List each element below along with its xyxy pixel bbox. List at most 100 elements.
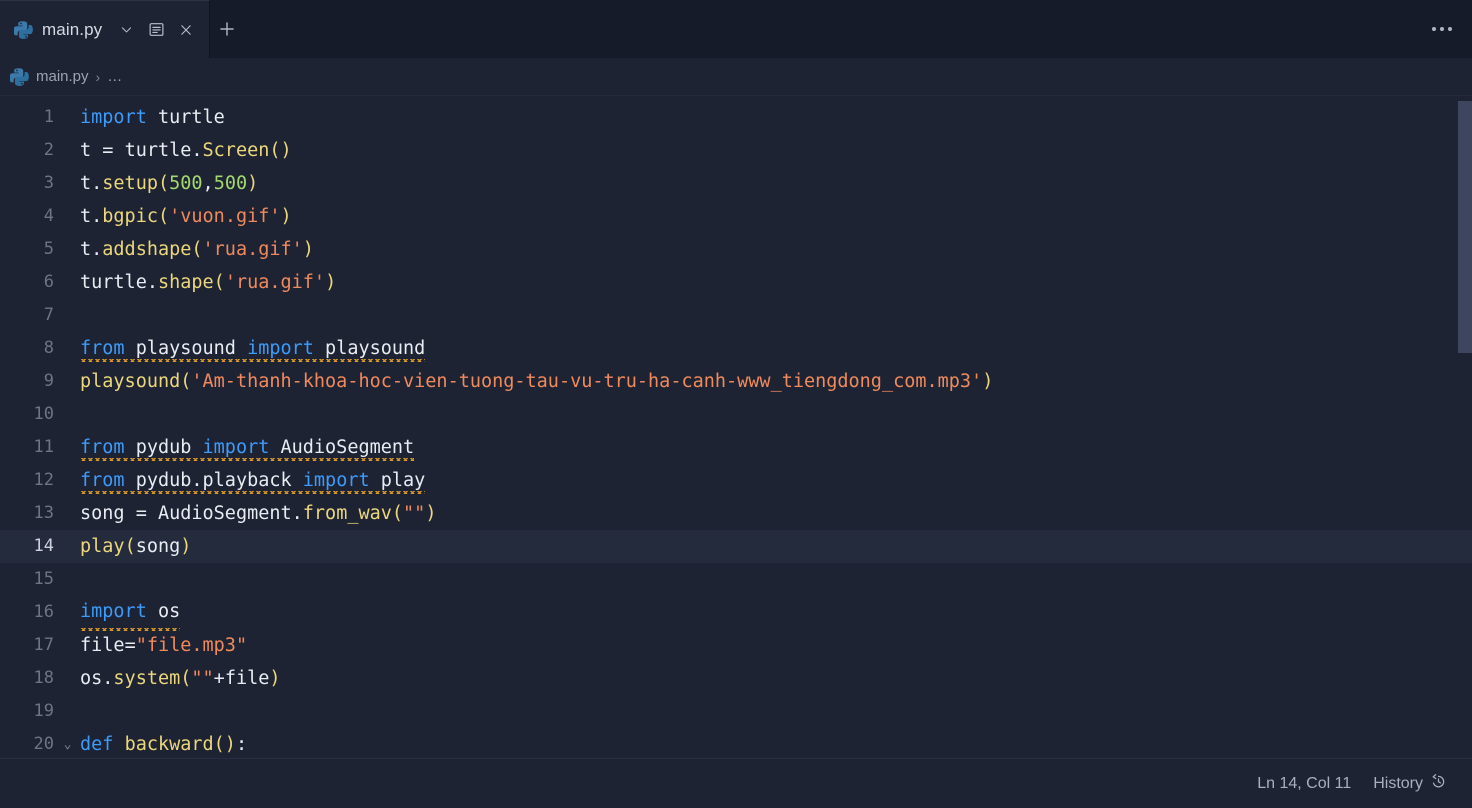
- code-token: =: [135, 503, 158, 524]
- status-cursor-position[interactable]: Ln 14, Col 11: [1246, 767, 1362, 801]
- code-token: ,: [202, 173, 214, 194]
- code-token: song: [135, 536, 181, 557]
- breadcrumb-overflow[interactable]: …: [107, 68, 123, 85]
- line-content: t.bgpic('vuon.gif'): [80, 200, 292, 233]
- code-token: 'vuon.gif': [169, 206, 281, 227]
- code-token: 500: [213, 173, 248, 194]
- code-token: ): [280, 206, 292, 227]
- code-token: (): [213, 734, 236, 755]
- history-icon: [1430, 773, 1447, 795]
- line-number: 19: [33, 701, 54, 721]
- code-token: =: [102, 140, 125, 161]
- line-content: t.addshape('rua.gif'): [80, 233, 314, 266]
- line-number: 12: [33, 470, 54, 490]
- code-token: (: [191, 239, 203, 260]
- code-lines[interactable]: 1 import turtle 2 t = turtle.Screen() 3 t.set…: [0, 96, 1472, 758]
- split-editor-icon[interactable]: [143, 17, 169, 43]
- code-token: turtle: [124, 140, 192, 161]
- more-actions-icon[interactable]: [1424, 0, 1460, 58]
- editor-tab-bar: main.py: [0, 0, 1472, 58]
- code-token: os: [146, 600, 181, 622]
- code-line[interactable]: 12 from pydub.playback import play: [0, 464, 1472, 497]
- tab-main-py[interactable]: main.py: [0, 0, 211, 58]
- code-line[interactable]: 4 t.bgpic('vuon.gif'): [0, 200, 1472, 233]
- line-number: 18: [33, 668, 54, 688]
- code-editor[interactable]: 1 import turtle 2 t = turtle.Screen() 3 t.set…: [0, 96, 1472, 758]
- code-token: ): [982, 371, 994, 392]
- line-number: 7: [43, 305, 54, 325]
- code-line[interactable]: 20 ⌄ def backward():: [0, 728, 1472, 758]
- status-bar: Ln 14, Col 11 History: [0, 758, 1472, 808]
- line-number: 6: [43, 272, 54, 292]
- line-content: def backward():: [80, 728, 247, 758]
- line-number: 16: [33, 602, 54, 622]
- code-token: t: [80, 239, 92, 260]
- line-content: from pydub import AudioSegment: [80, 431, 415, 464]
- breadcrumb-file[interactable]: main.py: [36, 68, 89, 85]
- code-token: +: [213, 668, 225, 689]
- line-content: from pydub.playback import play: [80, 464, 426, 497]
- code-line[interactable]: 7: [0, 299, 1472, 332]
- code-line[interactable]: 3 t.setup(500,500): [0, 167, 1472, 200]
- code-token: (: [157, 206, 170, 227]
- code-token: ): [425, 503, 437, 524]
- line-content: song = AudioSegment.from_wav(""): [80, 497, 436, 530]
- code-line[interactable]: 16 import os: [0, 594, 1472, 629]
- code-token: ): [325, 272, 337, 293]
- code-line[interactable]: 9 playsound('Am-thanh-khoa-hoc-vien-tuong…: [0, 365, 1472, 398]
- close-icon[interactable]: [173, 17, 199, 43]
- code-token: .: [102, 668, 114, 689]
- code-token: turtle: [80, 272, 147, 293]
- line-number: 15: [33, 569, 54, 589]
- code-line[interactable]: 11 from pydub import AudioSegment: [0, 431, 1472, 464]
- status-history[interactable]: History: [1362, 767, 1458, 801]
- code-token: from: [80, 338, 125, 359]
- code-line[interactable]: 17 file="file.mp3": [0, 629, 1472, 662]
- code-line[interactable]: 2 t = turtle.Screen(): [0, 134, 1472, 167]
- code-token: "file.mp3": [135, 635, 248, 656]
- new-tab-button[interactable]: [210, 0, 244, 58]
- code-token: Screen: [202, 140, 270, 161]
- code-token: from_wav: [302, 503, 392, 524]
- line-content: from playsound import playsound: [80, 332, 426, 365]
- code-line[interactable]: 19: [0, 695, 1472, 728]
- code-token: play: [80, 536, 125, 557]
- code-token: song: [80, 503, 136, 524]
- line-number: 10: [33, 404, 54, 424]
- code-line[interactable]: 10: [0, 398, 1472, 431]
- line-content: playsound('Am-thanh-khoa-hoc-vien-tuong-…: [80, 365, 993, 398]
- code-line[interactable]: 14 play(song): [0, 530, 1472, 563]
- code-token: t: [80, 206, 92, 227]
- chevron-down-icon[interactable]: [113, 17, 139, 43]
- line-content: play(song): [80, 530, 191, 563]
- fold-chevron-icon[interactable]: ⌄: [55, 728, 80, 758]
- code-token: AudioSegment: [269, 437, 415, 458]
- code-token: file: [224, 668, 270, 689]
- code-line[interactable]: 6 turtle.shape('rua.gif'): [0, 266, 1472, 299]
- editor-vertical-scrollbar[interactable]: [1458, 96, 1472, 758]
- scrollbar-thumb[interactable]: [1458, 101, 1472, 353]
- code-line[interactable]: 1 import turtle: [0, 101, 1472, 134]
- line-number: 3: [43, 173, 54, 193]
- line-content: t.setup(500,500): [80, 167, 258, 200]
- code-line[interactable]: 18 os.system(""+file): [0, 662, 1472, 695]
- line-number: 5: [43, 239, 54, 259]
- code-token: t: [80, 140, 103, 161]
- code-token: ): [269, 668, 281, 689]
- code-line[interactable]: 5 t.addshape('rua.gif'): [0, 233, 1472, 266]
- code-token: (: [391, 503, 404, 524]
- line-number: 4: [43, 206, 54, 226]
- code-token: from: [80, 470, 125, 491]
- code-token: AudioSegment: [157, 503, 292, 524]
- code-token: from: [80, 437, 125, 458]
- code-token: pydub: [124, 437, 203, 458]
- line-content: os.system(""+file): [80, 662, 281, 695]
- code-line[interactable]: 8 from playsound import playsound: [0, 332, 1472, 365]
- code-line[interactable]: 15: [0, 563, 1472, 596]
- code-line[interactable]: 13 song = AudioSegment.from_wav(""): [0, 497, 1472, 530]
- vscode-window: main.py main.py › … 1 import turtle 2 t …: [0, 0, 1472, 808]
- code-token: 'rua.gif': [224, 272, 326, 293]
- code-token: ): [247, 173, 259, 194]
